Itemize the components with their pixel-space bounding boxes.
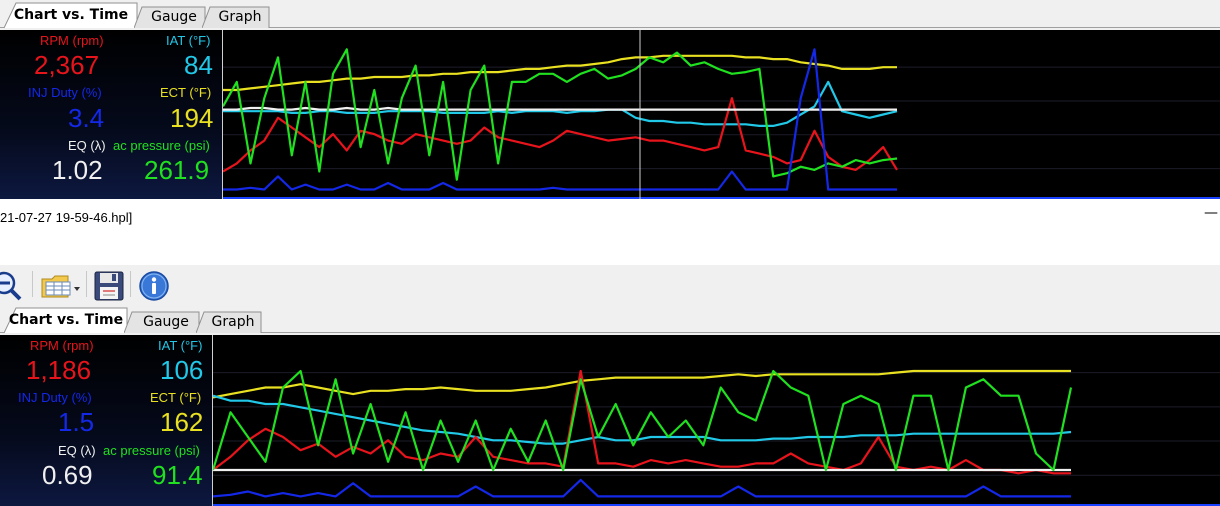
eq-value: 0.69: [42, 460, 93, 490]
inj-label: INJ Duty (%): [18, 390, 92, 405]
top-readout-panel: RPM (rpm) 2,367 IAT (°F) 84 INJ Duty (%)…: [0, 30, 222, 199]
tab-label: Graph: [218, 9, 262, 25]
save-icon[interactable]: [94, 271, 124, 305]
eq-value: 1.02: [52, 155, 103, 185]
open-layout-icon[interactable]: [40, 273, 82, 303]
tab-graph[interactable]: Graph: [196, 311, 262, 333]
minimize-button[interactable]: —: [1204, 205, 1218, 221]
inj-value: 1.5: [58, 407, 95, 437]
rpm-value: 1,186: [26, 355, 92, 385]
series-line-eq: [223, 106, 897, 111]
zoom-out-icon[interactable]: [0, 271, 22, 305]
info-icon[interactable]: [138, 270, 170, 306]
rpm-label: RPM (rpm): [40, 33, 104, 48]
bottom-line-chart: [213, 369, 1220, 506]
iat-label: IAT (°F): [158, 338, 203, 353]
rpm-label: RPM (rpm): [30, 338, 94, 353]
ac-pressure-label: ac pressure (psi): [103, 443, 200, 458]
tab-gauge[interactable]: Gauge: [124, 311, 200, 333]
series-line-ect: [223, 54, 897, 92]
bottom-readout-panel: RPM (rpm) 1,186 IAT (°F) 106 INJ Duty (%…: [0, 335, 212, 506]
top-plot[interactable]: [222, 30, 1220, 199]
series-line-rpm: [213, 369, 1071, 475]
eq-label: EQ (λ): [68, 138, 106, 153]
tab-chart-vs-time[interactable]: Chart vs. Time: [4, 307, 128, 333]
toolbar-separator: [130, 271, 131, 297]
series-line-inj: [213, 478, 1071, 498]
inj-value: 3.4: [68, 103, 105, 133]
tab-chart-vs-time[interactable]: Chart vs. Time: [4, 2, 138, 28]
series-line-iat: [223, 80, 898, 128]
top-line-chart: [223, 30, 1220, 199]
top-chart-panel: Chart vs. Time Gauge Graph RPM (rpm) 2,3…: [0, 0, 1220, 199]
ect-value: 194: [170, 103, 214, 133]
toolbar-separator: [32, 271, 33, 297]
inj-label: INJ Duty (%): [28, 85, 102, 100]
iat-label: IAT (°F): [166, 33, 211, 48]
toolbar: [0, 265, 1220, 305]
bottom-tabstrip: Chart vs. Time Gauge Graph: [0, 305, 1220, 333]
toolbar-separator: [86, 271, 87, 297]
tab-label: Chart vs. Time: [8, 312, 124, 328]
top-tabstrip: Chart vs. Time Gauge Graph: [0, 0, 1220, 28]
ect-label: ECT (°F): [160, 85, 212, 100]
eq-label: EQ (λ): [58, 443, 96, 458]
ect-value: 162: [160, 407, 204, 437]
iat-value: 84: [184, 50, 213, 80]
tab-label: Gauge: [151, 9, 197, 25]
top-chart-area: RPM (rpm) 2,367 IAT (°F) 84 INJ Duty (%)…: [0, 30, 1220, 199]
bottom-chart-panel: Chart vs. Time Gauge Graph RPM (rpm) 1,1…: [0, 305, 1220, 506]
series-line-ect: [213, 369, 1071, 399]
ect-label: ECT (°F): [150, 390, 202, 405]
bottom-plot[interactable]: [212, 335, 1220, 506]
bottom-chart-area: RPM (rpm) 1,186 IAT (°F) 106 INJ Duty (%…: [0, 335, 1220, 506]
iat-value: 106: [160, 355, 204, 385]
tab-label: Gauge: [143, 314, 189, 330]
window-title-bar: [0, 199, 1220, 265]
ac-pressure-value: 261.9: [144, 155, 210, 185]
tab-label: Chart vs. Time: [13, 7, 129, 23]
tab-label: Graph: [211, 314, 255, 330]
window-filename: 21-07-27 19-59-46.hpl]: [0, 210, 133, 225]
rpm-value: 2,367: [34, 50, 100, 80]
ac-pressure-label: ac pressure (psi): [113, 138, 210, 153]
series-line-ac: [213, 369, 1073, 472]
tab-graph[interactable]: Graph: [202, 6, 270, 28]
tab-gauge[interactable]: Gauge: [134, 6, 206, 28]
ac-pressure-value: 91.4: [152, 460, 203, 490]
